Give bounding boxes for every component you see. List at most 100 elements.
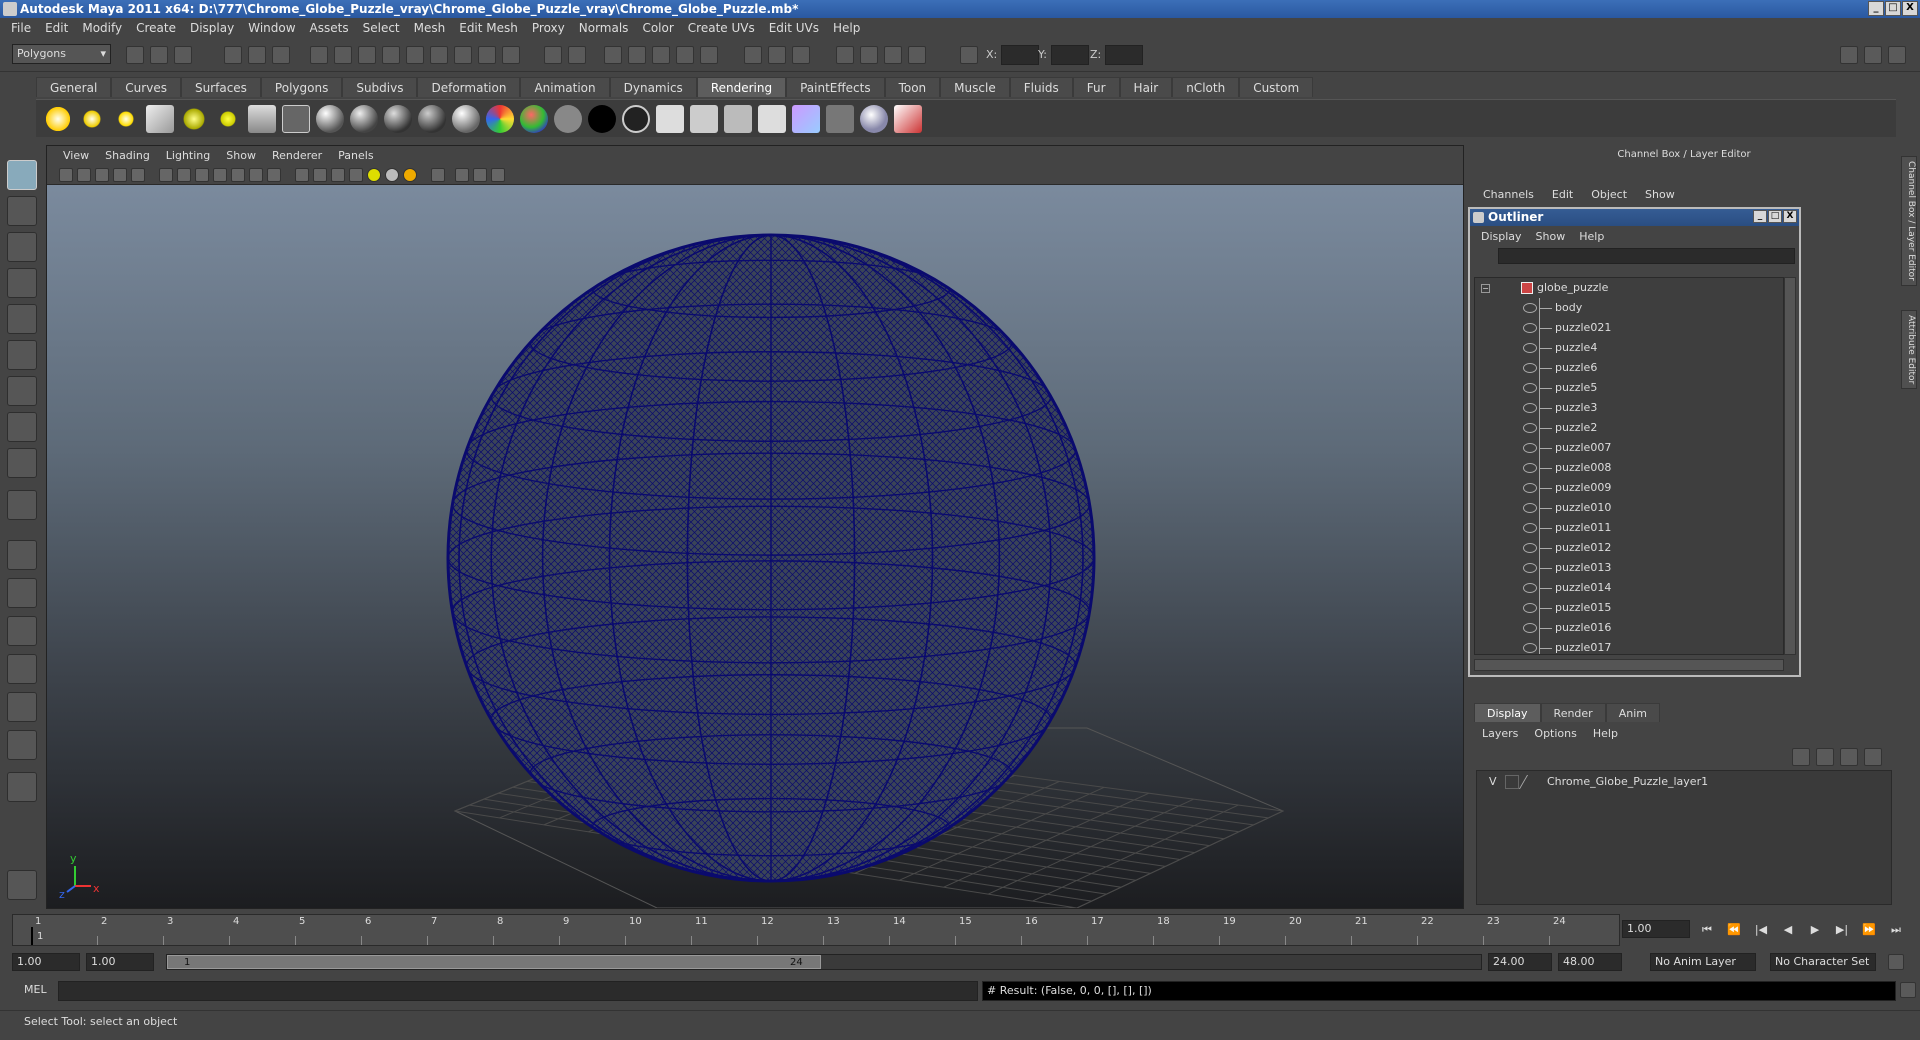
menu-set-dropdown[interactable]: Polygons: [12, 44, 111, 64]
outliner-item[interactable]: puzzle010: [1475, 498, 1783, 518]
shelf-tab-toon[interactable]: Toon: [884, 77, 941, 97]
volume-light-icon[interactable]: [214, 105, 242, 133]
select-rendering-icon[interactable]: [478, 46, 496, 64]
surface-shader-icon[interactable]: [554, 105, 582, 133]
outliner-item[interactable]: puzzle017: [1475, 638, 1783, 654]
outliner-item[interactable]: puzzle2: [1475, 418, 1783, 438]
close-button[interactable]: X: [1902, 1, 1918, 16]
layer-menu-options[interactable]: Options: [1526, 727, 1584, 740]
two-d-pan-zoom-icon[interactable]: [131, 168, 145, 182]
layer-color-swatch[interactable]: [1518, 775, 1538, 789]
menu-modify[interactable]: Modify: [75, 21, 129, 35]
snap-to-curve-icon[interactable]: [628, 46, 646, 64]
wireframe-shading-icon[interactable]: [295, 168, 309, 182]
resolution-gate-icon[interactable]: [195, 168, 209, 182]
script-language-label[interactable]: MEL: [24, 983, 47, 996]
hypershade-shelf-icon[interactable]: [282, 105, 310, 133]
persp-hypershade-layout-icon[interactable]: [7, 692, 37, 722]
menu-display[interactable]: Display: [183, 21, 241, 35]
select-joints-icon[interactable]: [358, 46, 376, 64]
viewport-menu-lighting[interactable]: Lighting: [158, 149, 218, 162]
outliner-item[interactable]: puzzle009: [1475, 478, 1783, 498]
outliner-item[interactable]: puzzle008: [1475, 458, 1783, 478]
go-to-start-button[interactable]: ⏮: [1698, 922, 1716, 938]
lock-selection-icon[interactable]: [544, 46, 562, 64]
shelf-tab-painteffects[interactable]: PaintEffects: [786, 77, 885, 97]
select-deformations-icon[interactable]: [430, 46, 448, 64]
outliner-item[interactable]: body: [1475, 298, 1783, 318]
persp-graph-layout-icon[interactable]: [7, 654, 37, 684]
grid-toggle-icon[interactable]: [159, 168, 173, 182]
menu-edit-mesh[interactable]: Edit Mesh: [452, 21, 525, 35]
menu-normals[interactable]: Normals: [572, 21, 636, 35]
new-layer-from-selection-icon[interactable]: [1864, 748, 1882, 766]
anisotropic-material-icon[interactable]: [452, 105, 480, 133]
outliner-item-globe-puzzle[interactable]: − globe_puzzle: [1475, 278, 1783, 298]
shadows-icon[interactable]: [385, 168, 399, 182]
play-forwards-button[interactable]: ▶: [1806, 922, 1824, 938]
viewport-menu-show[interactable]: Show: [218, 149, 264, 162]
layer-playback-toggle[interactable]: [1505, 775, 1519, 789]
render-settings-icon[interactable]: [884, 46, 902, 64]
outliner-minimize-button[interactable]: _: [1753, 210, 1767, 223]
layer-visibility-toggle[interactable]: V: [1489, 771, 1497, 793]
ambient-light-icon[interactable]: [44, 105, 72, 133]
current-frame-field[interactable]: 1.00: [1622, 920, 1690, 938]
single-pane-layout-icon[interactable]: [7, 540, 37, 570]
shelf-tab-curves[interactable]: Curves: [111, 77, 181, 97]
persp-graph-hypergraph-layout-icon[interactable]: [7, 730, 37, 760]
select-surfaces-icon[interactable]: [406, 46, 424, 64]
paint-select-tool-icon[interactable]: [7, 232, 37, 262]
last-tool-icon[interactable]: [7, 490, 37, 520]
render-frame-icon[interactable]: [656, 105, 684, 133]
menu-color[interactable]: Color: [635, 21, 680, 35]
channel-box-menu-edit[interactable]: Edit: [1543, 188, 1582, 206]
minimize-button[interactable]: _: [1868, 1, 1884, 16]
playback-end-field[interactable]: 24.00: [1488, 953, 1552, 971]
layout-options-icon[interactable]: [7, 772, 37, 802]
render-region-icon[interactable]: [690, 105, 718, 133]
step-back-key-button[interactable]: ⏪: [1725, 922, 1743, 938]
command-input[interactable]: [58, 981, 978, 1001]
open-scene-icon[interactable]: [150, 46, 168, 64]
ipr-shelf-icon[interactable]: [724, 105, 752, 133]
outliner-item[interactable]: puzzle012: [1475, 538, 1783, 558]
outliner-close-button[interactable]: X: [1783, 210, 1797, 223]
viewport-menu-renderer[interactable]: Renderer: [264, 149, 330, 162]
range-slider-thumb[interactable]: 1 24: [167, 955, 821, 969]
perspective-viewport[interactable]: View Shading Lighting Show Renderer Pane…: [46, 145, 1464, 909]
side-tab-channel-box[interactable]: Channel Box / Layer Editor: [1901, 156, 1917, 286]
shelf-tab-dynamics[interactable]: Dynamics: [609, 77, 697, 97]
save-scene-icon[interactable]: [174, 46, 192, 64]
new-layer-icon[interactable]: [1840, 748, 1858, 766]
animation-preferences-icon[interactable]: [1888, 954, 1904, 970]
new-scene-icon[interactable]: [126, 46, 144, 64]
scale-tool-icon[interactable]: [7, 340, 37, 370]
render-globals-icon[interactable]: [792, 105, 820, 133]
gate-mask-icon[interactable]: [213, 168, 227, 182]
outliner-item[interactable]: puzzle011: [1475, 518, 1783, 538]
xray-icon[interactable]: [455, 168, 469, 182]
construction-history-icon[interactable]: [792, 46, 810, 64]
outliner-item[interactable]: puzzle6: [1475, 358, 1783, 378]
menu-proxy[interactable]: Proxy: [525, 21, 572, 35]
vray-sphere-icon[interactable]: [860, 105, 888, 133]
ramp-shader-icon[interactable]: [520, 105, 548, 133]
menu-edit-uvs[interactable]: Edit UVs: [762, 21, 826, 35]
phong-material-icon[interactable]: [384, 105, 412, 133]
wireframe-on-shaded-icon[interactable]: [331, 168, 345, 182]
select-handles-icon[interactable]: [334, 46, 352, 64]
toggle-attribute-editor-icon[interactable]: [1840, 46, 1858, 64]
high-quality-lighting-icon[interactable]: [403, 168, 417, 182]
toggle-channel-box-icon[interactable]: [1888, 46, 1906, 64]
script-editor-icon[interactable]: [1900, 982, 1916, 998]
bookmarks-icon[interactable]: [95, 168, 109, 182]
play-backwards-button[interactable]: ◀: [1779, 922, 1797, 938]
safe-action-icon[interactable]: [249, 168, 263, 182]
channel-box-menu-channels[interactable]: Channels: [1474, 188, 1543, 206]
menu-mesh[interactable]: Mesh: [407, 21, 453, 35]
phonge-material-icon[interactable]: [418, 105, 446, 133]
persp-outliner-layout-icon[interactable]: [7, 616, 37, 646]
anim-layer-dropdown[interactable]: No Anim Layer: [1650, 953, 1756, 971]
z-coord-input[interactable]: [1105, 45, 1144, 65]
